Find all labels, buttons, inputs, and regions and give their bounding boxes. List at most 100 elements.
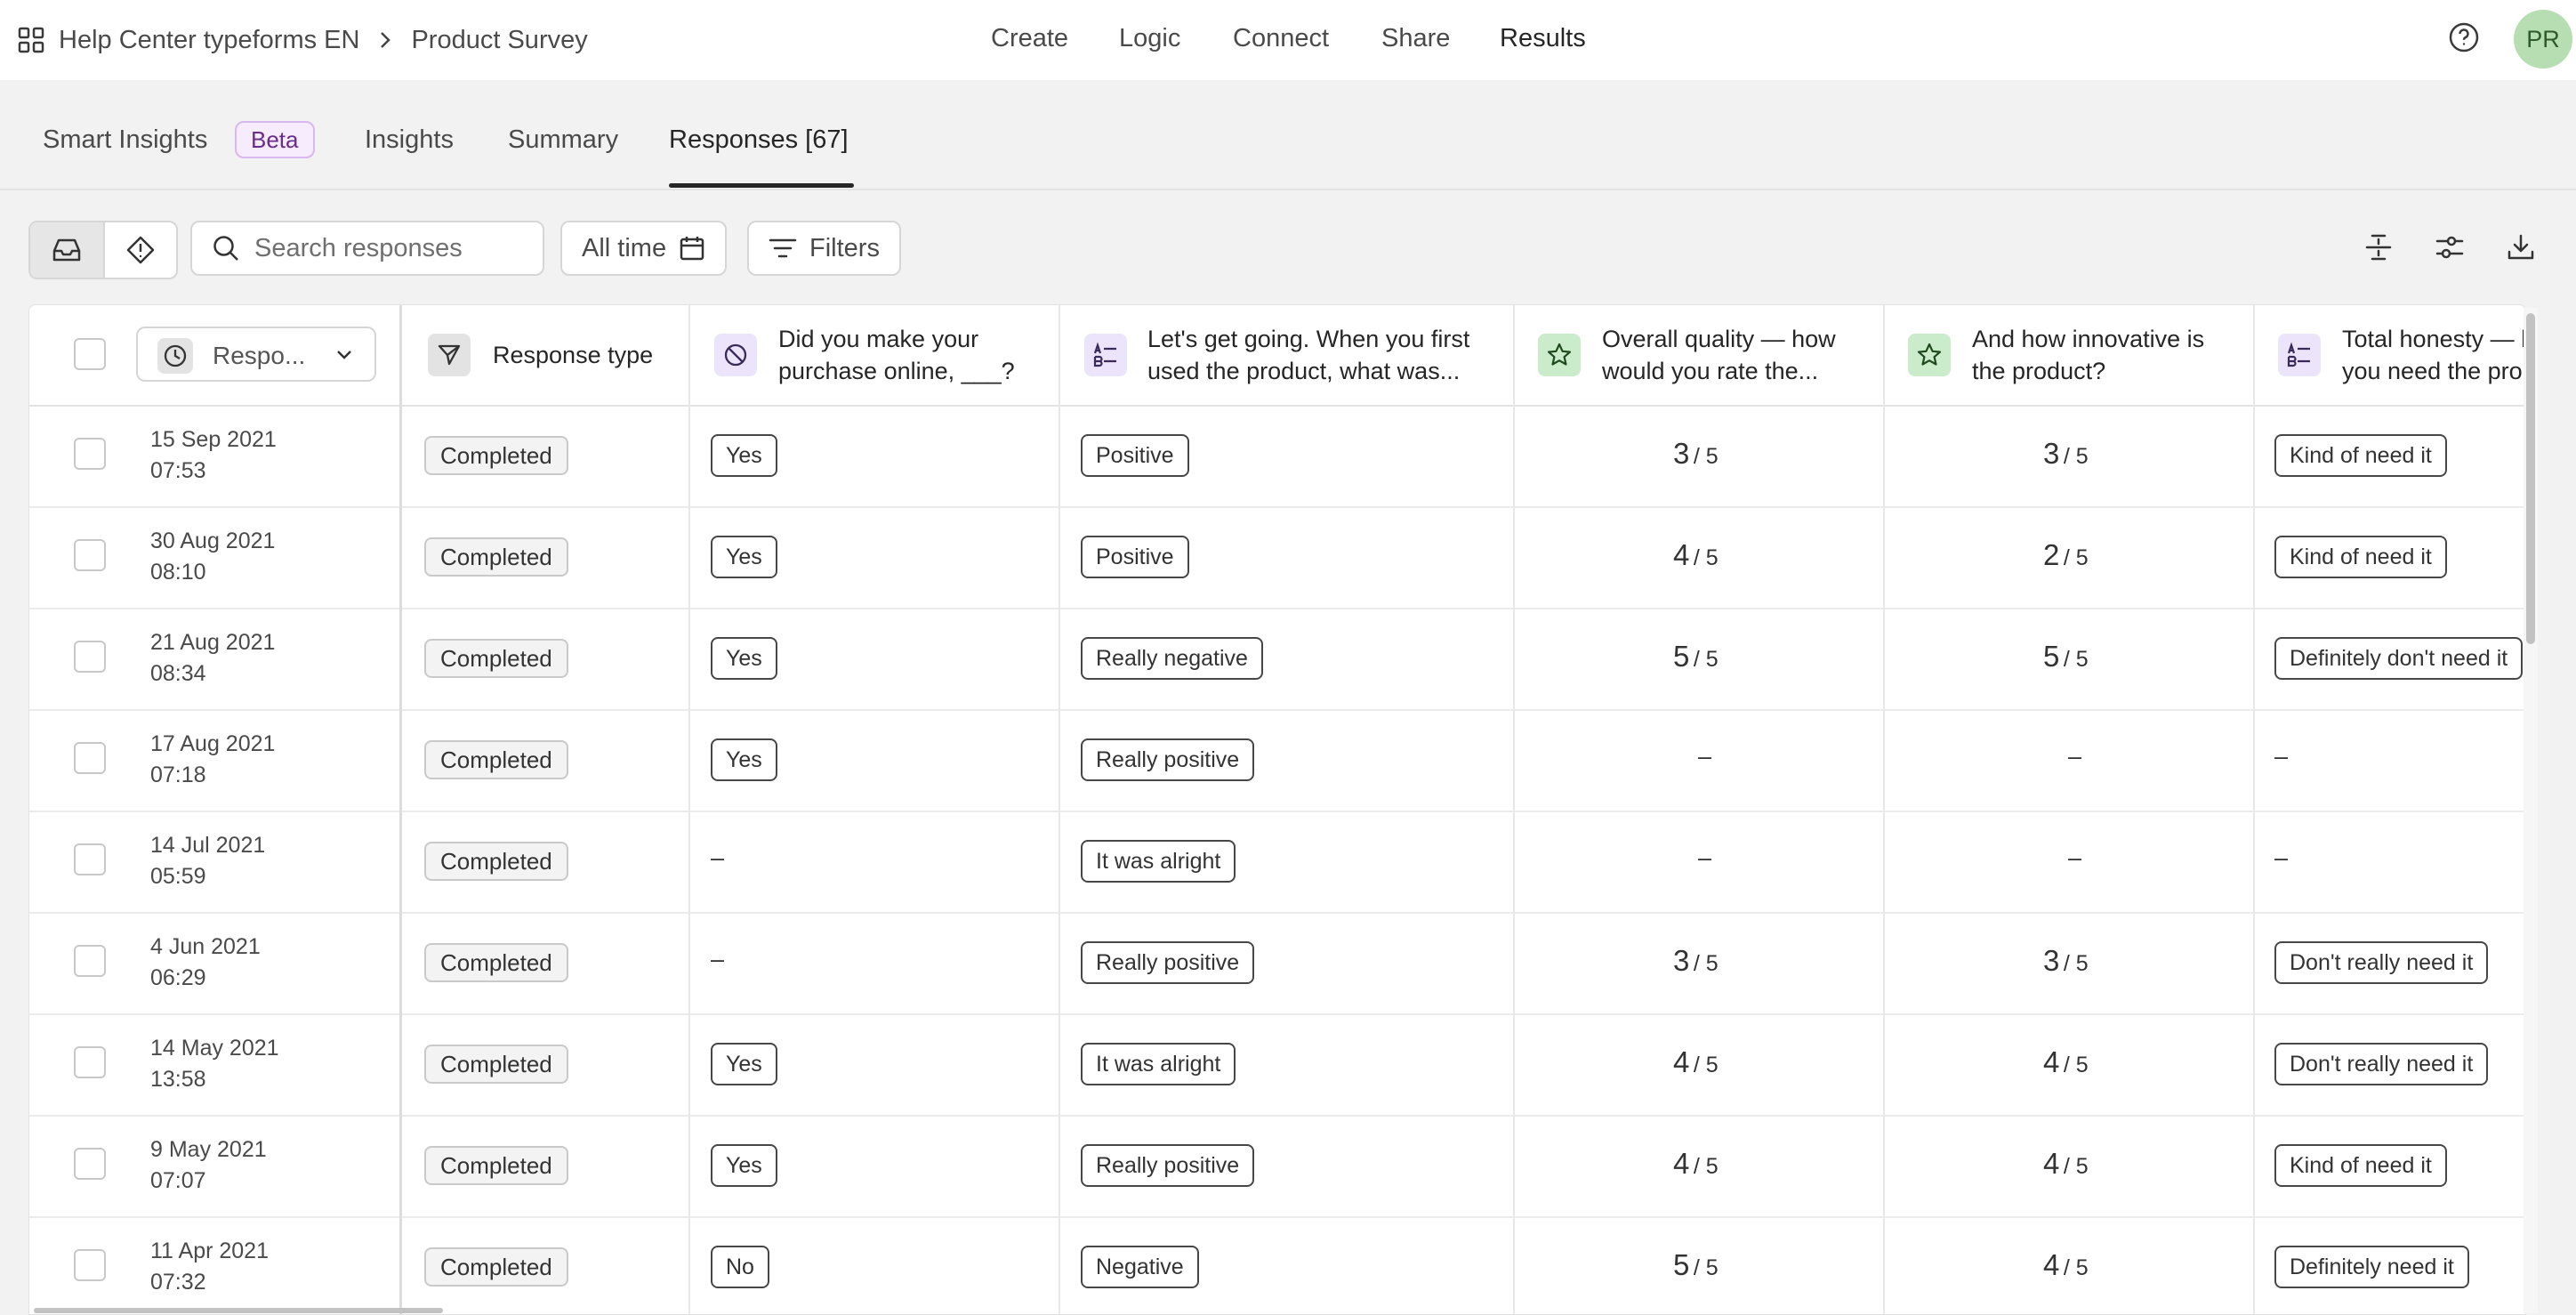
column-q3[interactable]: Overall quality — how would you rate the… (1602, 323, 1836, 387)
row-checkbox[interactable] (74, 539, 106, 571)
settings-sliders-icon[interactable] (2432, 230, 2467, 265)
search-input[interactable] (253, 232, 541, 264)
row-checkbox[interactable] (74, 1046, 106, 1078)
time: 07:18 (150, 762, 206, 787)
need-empty: – (2274, 743, 2289, 770)
innovative-rating-value: 3 (2043, 437, 2060, 470)
avatar[interactable]: PR (2514, 10, 2572, 69)
rating-max: / 5 (1693, 647, 1719, 672)
nav-create[interactable]: Create (991, 24, 1068, 53)
time: 06:29 (150, 965, 206, 990)
quality-rating-value: 3 (1673, 944, 1690, 977)
table-row[interactable]: 17 Aug 2021 07:18 Completed Yes Really posit… (29, 709, 2525, 812)
nav-results[interactable]: Results (1500, 24, 1586, 53)
row-checkbox[interactable] (74, 945, 106, 977)
response-type-badge: Completed (424, 1146, 568, 1185)
avatar-initials: PR (2526, 25, 2560, 52)
sort-dropdown[interactable]: Respo... (136, 327, 376, 382)
online-answer-tag: Yes (711, 738, 777, 781)
innovative-rating: 2 / 5 (2043, 538, 2089, 572)
row-checkbox[interactable] (74, 438, 106, 470)
online-answer-tag: No (711, 1246, 769, 1288)
first-impression-tag: Positive (1081, 434, 1189, 477)
breadcrumb-form[interactable]: Product Survey (411, 26, 587, 55)
column-q4-line2: the product? (1972, 358, 2106, 384)
filters-label: Filters (809, 233, 880, 262)
column-q4[interactable]: And how innovative is the product? (1972, 323, 2204, 387)
rating-max: / 5 (1693, 1154, 1719, 1179)
text-choice-icon (2278, 334, 2321, 376)
quality-rating-value: 4 (1673, 1147, 1690, 1180)
filters-button[interactable]: Filters (747, 221, 901, 276)
column-q2-line2: used the product, what was... (1147, 358, 1461, 384)
help-icon[interactable] (2448, 21, 2480, 53)
table-row[interactable]: 9 May 2021 07:07 Completed Yes Really positi… (29, 1115, 2525, 1218)
horizontal-scrollbar-thumb[interactable] (34, 1308, 443, 1313)
quality-rating-empty: – (1698, 844, 1712, 871)
nav-share[interactable]: Share (1381, 24, 1450, 53)
row-checkbox[interactable] (74, 843, 106, 875)
table-row[interactable]: 21 Aug 2021 08:34 Completed Yes Really negat… (29, 608, 2525, 711)
need-answer-tag: Definitely need it (2274, 1246, 2469, 1288)
tab-smart-insights[interactable]: Smart Insights (43, 125, 207, 155)
table-row[interactable]: 14 Jul 2021 05:59 Completed – It was alright… (29, 811, 2525, 914)
time: 07:32 (150, 1270, 206, 1295)
row-checkbox[interactable] (74, 1148, 106, 1180)
online-answer-tag: Yes (711, 637, 777, 680)
table-row[interactable]: 4 Jun 2021 06:29 Completed – Really positive… (29, 912, 2525, 1015)
table-row[interactable]: 15 Sep 2021 07:53 Completed Yes Positive 3 / … (29, 405, 2525, 508)
online-empty: – (711, 946, 725, 972)
need-answer-tag: Don't really need it (2274, 941, 2489, 984)
date: 4 Jun 2021 (150, 934, 261, 959)
date: 14 Jul 2021 (150, 833, 266, 858)
innovative-rating-empty: – (2068, 743, 2082, 770)
tab-responses[interactable]: Responses [67] (669, 125, 849, 155)
innovative-rating: 4 / 5 (2043, 1045, 2089, 1079)
row-checkbox[interactable] (74, 1249, 106, 1281)
innovative-rating: 4 / 5 (2043, 1248, 2089, 1282)
innovative-rating-value: 2 (2043, 538, 2060, 571)
nav-connect[interactable]: Connect (1233, 24, 1329, 53)
online-answer-tag: Yes (711, 536, 777, 578)
time: 08:10 (150, 560, 206, 585)
quality-rating: 3 / 5 (1673, 437, 1719, 471)
column-q2[interactable]: Let's get going. When you first used the… (1147, 323, 1469, 387)
quality-rating-value: 3 (1673, 437, 1690, 470)
need-answer-tag: Kind of need it (2274, 434, 2447, 477)
date: 17 Aug 2021 (150, 731, 276, 756)
table-row[interactable]: 11 Apr 2021 07:32 Completed No Negative 5 / 5… (29, 1216, 2525, 1314)
table-row[interactable]: 14 May 2021 13:58 Completed Yes It was alrig… (29, 1013, 2525, 1117)
time-filter-button[interactable]: All time (560, 221, 728, 276)
row-height-icon[interactable] (2361, 230, 2396, 265)
chevron-down-icon (332, 343, 357, 367)
nav-logic[interactable]: Logic (1119, 24, 1180, 53)
column-response-type[interactable]: Response type (493, 339, 653, 371)
rating-max: / 5 (2063, 647, 2089, 672)
first-impression-tag: It was alright (1081, 1043, 1236, 1085)
grid-icon[interactable] (18, 27, 44, 53)
search-icon (212, 234, 240, 262)
date: 15 Sep 2021 (150, 427, 277, 452)
alert-diamond-icon[interactable] (105, 222, 176, 278)
submitted-date: 17 Aug 2021 07:18 (150, 729, 275, 791)
innovative-rating: 3 / 5 (2043, 437, 2089, 471)
tab-summary[interactable]: Summary (508, 125, 618, 155)
submitted-date: 11 Apr 2021 07:32 (150, 1236, 269, 1298)
download-icon[interactable] (2503, 230, 2539, 265)
table-row[interactable]: 30 Aug 2021 08:10 Completed Yes Positive 4 / … (29, 506, 2525, 609)
row-checkbox[interactable] (74, 641, 106, 673)
inbox-icon[interactable] (30, 222, 105, 278)
column-q5[interactable]: Total honesty — h you need the pro (2342, 323, 2525, 387)
tab-insights[interactable]: Insights (365, 125, 454, 155)
response-type-badge: Completed (424, 436, 568, 475)
vertical-scrollbar-thumb[interactable] (2526, 313, 2535, 644)
response-type-badge: Completed (424, 639, 568, 678)
breadcrumb-workspace[interactable]: Help Center typeforms EN (59, 26, 359, 55)
response-type-badge: Completed (424, 943, 568, 982)
quality-rating: 3 / 5 (1673, 944, 1719, 978)
select-all-checkbox[interactable] (74, 338, 106, 370)
row-checkbox[interactable] (74, 742, 106, 774)
column-q1[interactable]: Did you make your purchase online, ___? (778, 323, 1015, 387)
innovative-rating-value: 4 (2043, 1045, 2060, 1078)
submitted-date: 21 Aug 2021 08:34 (150, 627, 275, 690)
